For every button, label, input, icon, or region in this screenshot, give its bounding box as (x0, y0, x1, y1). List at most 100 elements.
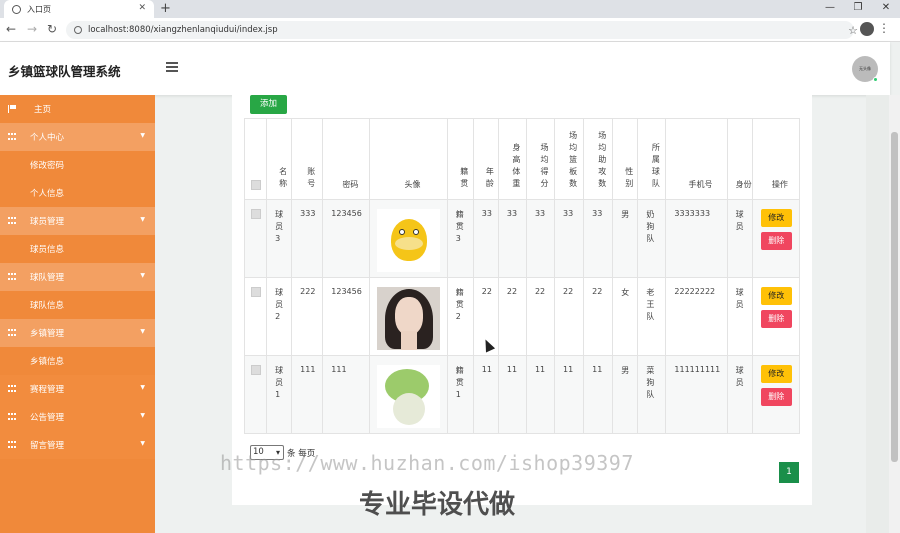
column-header: 操作 (751, 118, 801, 200)
grid-icon (8, 329, 16, 337)
scrollbar[interactable] (889, 95, 900, 533)
sidebar-item-label: 球员信息 (30, 245, 65, 255)
column-header-label: 年龄 (485, 167, 494, 188)
sidebar-item[interactable]: 留言管理 ▼ (0, 431, 155, 459)
table-cell (369, 355, 448, 434)
account-icon[interactable] (860, 22, 874, 36)
close-tab-icon[interactable]: ✕ (138, 3, 146, 13)
grid-icon (8, 273, 16, 281)
edit-button[interactable]: 修改 (760, 287, 792, 305)
sidebar-item[interactable]: 个人中心 ▼ (0, 123, 155, 151)
row-checkbox[interactable] (250, 365, 261, 375)
scrollbar-thumb[interactable] (891, 132, 898, 462)
sidebar-item[interactable]: 个人信息 (0, 179, 155, 207)
column-header-label: 操作 (771, 180, 788, 189)
edit-button[interactable]: 修改 (760, 365, 792, 383)
avatar[interactable]: 无头像 (852, 56, 878, 82)
table-cell (369, 277, 448, 356)
cell-account: 111 (300, 365, 316, 374)
column-header: 身高体重 (497, 118, 527, 200)
sidebar-item[interactable]: 公告管理 ▼ (0, 403, 155, 431)
sidebar-item[interactable]: 赛程管理 ▼ (0, 375, 155, 403)
grid-icon (8, 133, 16, 141)
table-cell: 123456 (322, 277, 371, 356)
new-tab-button[interactable]: + (160, 1, 171, 16)
delete-button[interactable]: 删除 (760, 310, 792, 328)
table-cell: 111 (291, 355, 324, 434)
row-select-cell (243, 355, 268, 434)
player-table: 名称 账号 密码 头像 籍贯 年龄 身高体重 场均得分 场均篮板数 场均助攻数 性别 所属球队 手机号 身… (243, 118, 801, 434)
select-all-checkbox[interactable] (250, 180, 261, 190)
caret-icon: ▼ (140, 272, 145, 279)
tab-title: 入口页 (27, 4, 51, 14)
url-field[interactable]: localhost:8080/xiangzhenlanqiudui/index.… (66, 21, 858, 39)
sidebar-item[interactable]: 球员信息 (0, 235, 155, 263)
table-cell: 老王队 (637, 277, 667, 356)
minimize-button[interactable]: — (816, 0, 844, 18)
cell-team: 老王队 (646, 288, 655, 321)
info-icon[interactable] (74, 26, 82, 34)
grid-icon (8, 413, 16, 421)
cell-reb: 11 (563, 365, 574, 374)
table-cell: 333 (291, 199, 324, 278)
cell-role: 球员 (735, 366, 744, 387)
sidebar-item[interactable]: 主页 (0, 95, 155, 123)
table-cell: 22 (525, 277, 556, 356)
cell-phone: 3333333 (674, 209, 711, 218)
column-header: 所属球队 (637, 118, 667, 200)
cell-gender: 男 (621, 210, 630, 219)
cell-age: 33 (481, 209, 492, 218)
delete-button[interactable]: 删除 (760, 388, 792, 406)
row-checkbox[interactable] (250, 287, 261, 297)
grid-icon (8, 441, 16, 449)
hamburger-menu-icon[interactable] (166, 62, 178, 74)
column-header: 头像 (369, 118, 448, 200)
bookmark-star-icon[interactable]: ☆ (848, 24, 858, 37)
sidebar-item[interactable]: 乡镇管理 ▼ (0, 319, 155, 347)
column-header-label: 头像 (404, 180, 421, 189)
delete-button[interactable]: 删除 (760, 232, 792, 250)
sidebar-item[interactable]: 乡镇信息 (0, 347, 155, 375)
globe-icon (12, 4, 21, 14)
table-cell: 籍贯1 (446, 355, 474, 434)
menu-kebab-icon[interactable]: ⋮ (878, 21, 890, 35)
table-cell: 球员1 (266, 355, 293, 434)
page-button-current[interactable]: 1 (779, 462, 799, 483)
back-icon[interactable]: ← (6, 22, 16, 36)
sidebar-item[interactable]: 球员管理 ▼ (0, 207, 155, 235)
table-cell: 22 (583, 277, 614, 356)
table-cell: 11 (472, 355, 499, 434)
table-row: 球员2 222 123456 籍贯2 22 22 22 22 22 女老王队 22222222 球员修… (243, 277, 801, 356)
row-checkbox[interactable] (250, 209, 261, 219)
edit-button[interactable]: 修改 (760, 209, 792, 227)
close-window-button[interactable]: ✕ (872, 0, 900, 18)
column-header: 场均篮板数 (554, 118, 585, 200)
browser-tab[interactable]: 入口页 ✕ (4, 0, 154, 18)
sidebar-item[interactable]: 球队信息 (0, 291, 155, 319)
cell-ast: 33 (592, 209, 603, 218)
grid-icon (8, 217, 16, 225)
table-cell: 22 (497, 277, 527, 356)
restore-button[interactable]: ❐ (844, 0, 872, 18)
column-header: 密码 (322, 118, 371, 200)
row-select-cell (243, 277, 268, 356)
url-text: localhost:8080/xiangzhenlanqiudui/index.… (88, 25, 278, 35)
table-cell: 33 (554, 199, 585, 278)
sidebar-item[interactable]: 球队管理 ▼ (0, 263, 155, 291)
column-header-label: 身份 (735, 180, 752, 189)
forward-icon[interactable]: → (27, 22, 37, 36)
cell-reb: 33 (563, 209, 574, 218)
table-cell: 球员 (726, 277, 753, 356)
table-cell: 222 (291, 277, 324, 356)
add-button[interactable]: 添加 (250, 95, 287, 114)
column-header: 场均得分 (525, 118, 556, 200)
sidebar-item-label: 个人信息 (30, 189, 65, 199)
table-cell: 11 (554, 355, 585, 434)
cell-gender: 女 (621, 288, 630, 297)
sidebar: 主页 个人中心 ▼ 修改密码个人信息球员管理 ▼ 球员信息球队管理 ▼ 球队信息 乡镇管理 ▼ 乡镇… (0, 95, 155, 533)
reload-icon[interactable]: ↻ (47, 22, 57, 36)
sidebar-item[interactable]: 修改密码 (0, 151, 155, 179)
column-header: 性别 (612, 118, 639, 200)
address-bar: ← → ↻ localhost:8080/xiangzhenlanqiudui/… (0, 18, 900, 42)
browser-tab-strip: 入口页 ✕ + — ❐ ✕ (0, 0, 900, 18)
